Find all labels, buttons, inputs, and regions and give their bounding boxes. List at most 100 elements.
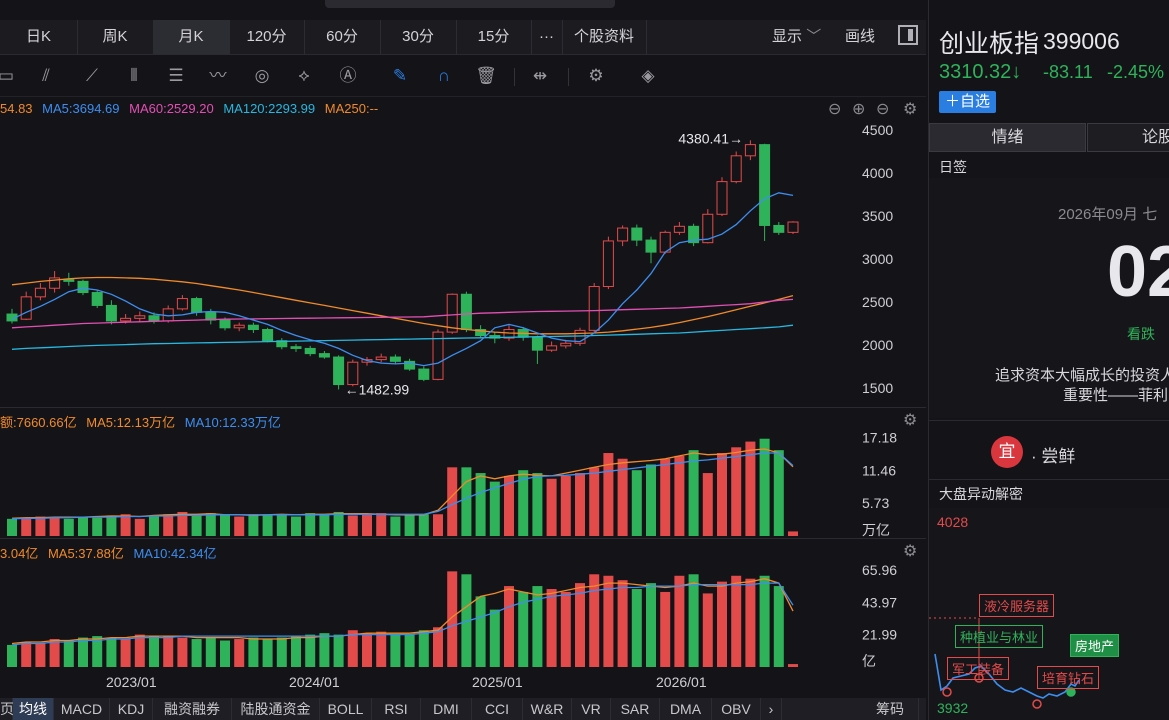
amount-chart[interactable]: 65.96 43.97 21.99 亿 bbox=[0, 539, 926, 669]
price-chart[interactable]: 4500 4000 3500 3000 2500 2000 1500 4380.41→ ←148… bbox=[0, 97, 926, 407]
try-text: · 尝鲜 bbox=[1031, 447, 1076, 466]
price-axis-tick: 2000 bbox=[862, 337, 893, 353]
indicator-tab[interactable]: VR bbox=[572, 698, 611, 720]
candle-body bbox=[219, 319, 231, 329]
daily-sign-label: 日签 bbox=[939, 159, 967, 175]
volume-bar bbox=[631, 470, 642, 536]
vol-axis-tick: 5.73 bbox=[862, 495, 889, 511]
candle-body bbox=[191, 298, 203, 313]
period-tab[interactable]: ··· bbox=[531, 20, 563, 54]
period-tab[interactable]: 30分 bbox=[380, 20, 457, 54]
amount-bar bbox=[347, 630, 358, 667]
volume-bar bbox=[418, 514, 429, 536]
candle-body bbox=[148, 315, 160, 322]
chip-button[interactable]: 筹码 bbox=[862, 698, 919, 720]
volume-bar bbox=[489, 481, 500, 536]
indicator-tab[interactable]: DMI bbox=[421, 698, 472, 720]
amount-bar bbox=[560, 591, 571, 667]
amount-bar bbox=[546, 589, 557, 667]
gann-tool-icon[interactable]: ⟡ bbox=[292, 64, 316, 88]
tag-military[interactable]: 军工装备 bbox=[947, 657, 1010, 680]
candle-body bbox=[318, 353, 330, 358]
period-tab[interactable]: 月K bbox=[153, 20, 230, 54]
volume-bar bbox=[134, 518, 145, 536]
period-tab[interactable]: 60分 bbox=[304, 20, 381, 54]
candle-body bbox=[77, 280, 89, 294]
sign-day: 02 bbox=[1107, 232, 1169, 312]
amount-bar bbox=[177, 637, 188, 667]
cycle-tool-icon[interactable]: ◎ bbox=[250, 64, 274, 88]
ma250-line bbox=[11, 276, 794, 335]
rectangle-tool-icon[interactable]: ▭ bbox=[0, 64, 18, 88]
volume-bar bbox=[404, 515, 415, 536]
layers-icon[interactable]: ◈ bbox=[636, 64, 660, 88]
fibonacci-tool-icon[interactable]: ☰ bbox=[164, 64, 188, 88]
wave-tool-icon[interactable]: 〰 bbox=[206, 64, 230, 88]
index-price: 3310.32↓ bbox=[939, 61, 1022, 83]
candle-body bbox=[389, 356, 401, 362]
period-tab[interactable]: 个股资料 bbox=[562, 20, 647, 54]
candle-body bbox=[588, 286, 600, 331]
volume-bar bbox=[333, 511, 344, 536]
date-tick: 2025/01 bbox=[472, 674, 523, 690]
display-menu-button[interactable]: 显示 ﹀ bbox=[772, 20, 821, 54]
volume-bar bbox=[546, 478, 557, 536]
tab-discuss[interactable]: 论股 bbox=[1087, 123, 1169, 152]
trash-icon[interactable]: 🗑 bbox=[474, 64, 498, 88]
tag-diamond[interactable]: 培育钻石 bbox=[1037, 666, 1100, 689]
indicator-tab[interactable]: 融资融券 bbox=[153, 698, 232, 720]
volume-bar bbox=[447, 467, 458, 536]
amount-bar bbox=[674, 575, 685, 667]
indicator-tab[interactable]: MACD bbox=[54, 698, 110, 720]
candle-body bbox=[631, 227, 643, 241]
indicator-tab[interactable]: W&R bbox=[523, 698, 572, 720]
indicator-tab[interactable]: CCI bbox=[472, 698, 523, 720]
indicator-tab[interactable]: KDJ bbox=[110, 698, 153, 720]
indicator-tab[interactable]: SAR bbox=[611, 698, 660, 720]
amount-bar bbox=[106, 637, 117, 667]
tab-sentiment[interactable]: 情绪 bbox=[929, 123, 1086, 152]
amount-bar bbox=[7, 644, 17, 667]
indicator-tab[interactable]: 均线 bbox=[13, 698, 54, 720]
candle-body bbox=[744, 144, 756, 157]
index-name: 创业板指 bbox=[939, 30, 1040, 58]
gear-icon[interactable]: ⚙ bbox=[584, 64, 608, 88]
amt-axis-tick: 65.96 bbox=[862, 562, 897, 578]
period-tab[interactable]: 日K bbox=[0, 20, 78, 54]
period-tab[interactable]: 120分 bbox=[229, 20, 305, 54]
volume-chart[interactable]: 17.18 11.46 5.73 万亿 bbox=[0, 408, 926, 538]
tag-liquid-cooling[interactable]: 液冷服务器 bbox=[979, 594, 1055, 617]
text-tool-icon[interactable]: Ⓐ bbox=[336, 64, 360, 88]
highlighter-tool-icon[interactable]: ✎ bbox=[388, 64, 412, 88]
candle-body bbox=[460, 293, 472, 331]
indicator-tab[interactable]: 陆股通资金 bbox=[232, 698, 320, 720]
tag-real-estate[interactable]: 房地产 bbox=[1070, 634, 1120, 657]
zoom-width-icon[interactable]: ⇹ bbox=[528, 64, 552, 88]
layout-toggle-icon[interactable] bbox=[898, 25, 918, 45]
indicator-tab[interactable]: DMA bbox=[660, 698, 712, 720]
search-box[interactable] bbox=[325, 0, 615, 8]
indicator-tab[interactable]: OBV bbox=[712, 698, 761, 720]
date-axis: 2023/01 2024/01 2025/01 2026/01 bbox=[0, 670, 926, 697]
indicator-tab[interactable]: BOLL bbox=[320, 698, 372, 720]
index-code: 399006 bbox=[1043, 28, 1120, 54]
segment-tool-icon[interactable]: ⟋ bbox=[80, 64, 104, 88]
volume-bar bbox=[702, 473, 713, 536]
magnet-tool-icon[interactable]: ∩ bbox=[432, 64, 456, 88]
draw-line-button[interactable]: 画线 bbox=[845, 20, 875, 54]
indicator-tab[interactable]: 页 bbox=[0, 698, 14, 720]
amount-bar bbox=[276, 637, 287, 667]
parallel-lines-tool-icon[interactable]: ⦀ bbox=[122, 64, 146, 88]
fan-lines-tool-icon[interactable]: ⫽ bbox=[34, 64, 58, 88]
indicator-tab[interactable]: RSI bbox=[372, 698, 421, 720]
candle-body bbox=[673, 225, 685, 233]
sign-date: 2026年09月 七 bbox=[1058, 206, 1158, 223]
add-watchlist-button[interactable]: ＋自选 bbox=[939, 91, 997, 113]
tag-agriculture[interactable]: 种植业与林业 bbox=[955, 625, 1044, 648]
amount-bar bbox=[504, 586, 514, 667]
volume-bar bbox=[376, 513, 387, 536]
candle-body bbox=[446, 293, 458, 333]
indicator-tab[interactable]: › bbox=[761, 698, 782, 720]
period-tab[interactable]: 周K bbox=[77, 20, 154, 54]
period-tab[interactable]: 15分 bbox=[456, 20, 532, 54]
